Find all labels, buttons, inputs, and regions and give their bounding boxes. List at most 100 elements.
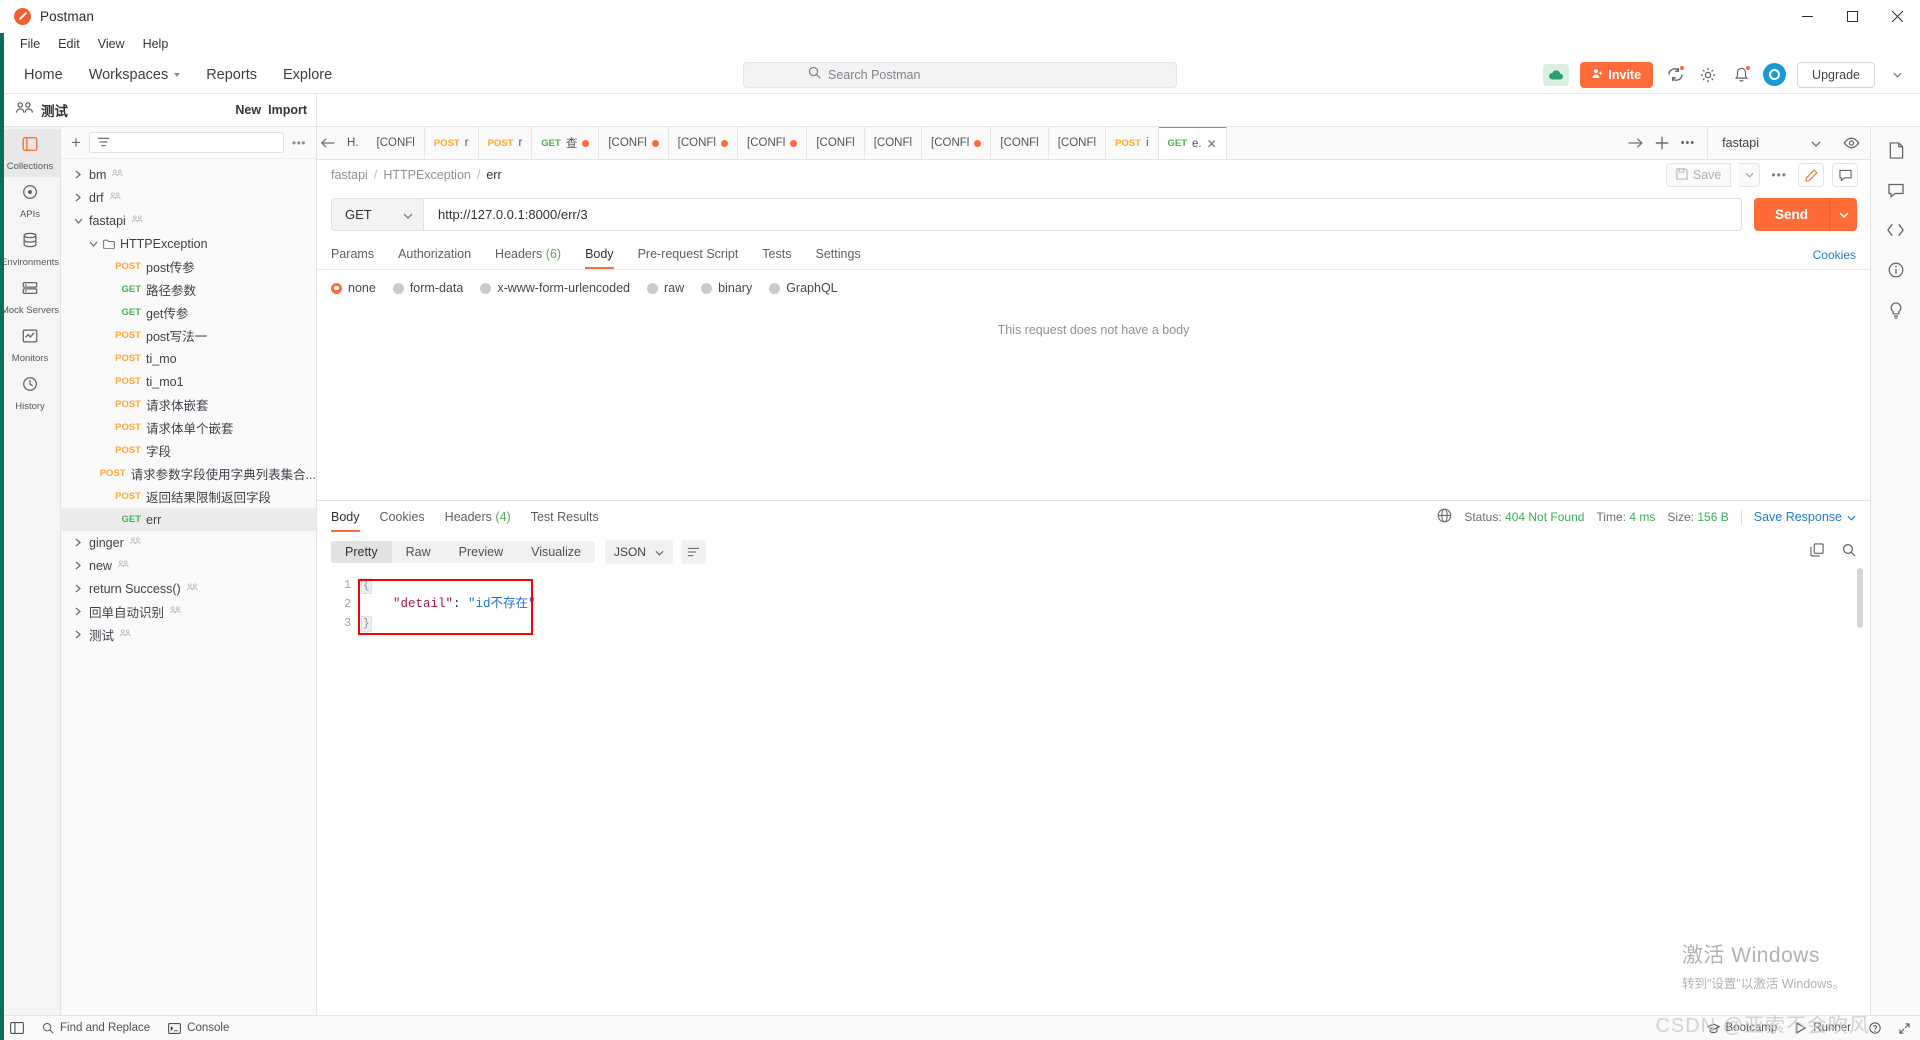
request-item[interactable]: GET get传参 — [61, 301, 316, 324]
console-button[interactable]: Console — [168, 1022, 229, 1034]
minimize-button[interactable] — [1785, 0, 1830, 33]
chevron-right-icon[interactable] — [72, 629, 84, 641]
request-item[interactable]: POST 字段 — [61, 439, 316, 462]
breadcrumb-collection[interactable]: fastapi — [331, 168, 368, 182]
chevron-right-icon[interactable] — [72, 583, 84, 595]
body-type-raw[interactable]: raw — [647, 281, 684, 295]
menu-edit[interactable]: Edit — [49, 33, 89, 56]
nav-explore[interactable]: Explore — [270, 67, 345, 83]
bootcamp-button[interactable]: Bootcamp — [1706, 1022, 1777, 1034]
import-button[interactable]: Import — [268, 103, 307, 117]
view-tab-pretty[interactable]: Pretty — [331, 541, 392, 563]
menu-help[interactable]: Help — [134, 33, 178, 56]
chevron-right-icon[interactable] — [72, 192, 84, 204]
response-tab-test-results[interactable]: Test Results — [521, 503, 609, 532]
request-item[interactable]: GET 路径参数 — [61, 278, 316, 301]
new-tab-icon[interactable] — [1655, 136, 1669, 150]
request-tab[interactable]: [CONFl — [864, 127, 923, 159]
response-tab-headers[interactable]: Headers (4) — [435, 503, 521, 532]
request-item[interactable]: POST 请求体嵌套 — [61, 393, 316, 416]
request-tab-authorization[interactable]: Authorization — [386, 241, 483, 269]
url-input[interactable]: http://127.0.0.1:8000/err/3 — [424, 199, 1741, 230]
close-button[interactable] — [1875, 0, 1920, 33]
collection-item[interactable]: return Success() — [61, 577, 316, 600]
code-snippet-icon[interactable] — [1881, 215, 1911, 245]
runner-button[interactable]: Runner — [1795, 1022, 1851, 1034]
sidebar-item-mock-servers[interactable]: Mock Servers — [0, 273, 60, 321]
folder-item[interactable]: HTTPException — [61, 232, 316, 255]
view-tab-raw[interactable]: Raw — [392, 541, 445, 563]
body-type-form-data[interactable]: form-data — [392, 281, 463, 295]
tab-forward-icon[interactable] — [1628, 137, 1643, 149]
request-tab-body[interactable]: Body — [573, 241, 626, 269]
request-tab[interactable]: [CONFl — [807, 127, 865, 159]
environment-quick-look-eye-icon[interactable] — [1843, 137, 1860, 149]
nav-workspaces[interactable]: Workspaces — [76, 67, 194, 83]
avatar[interactable] — [1763, 63, 1787, 86]
comments-rail-icon[interactable] — [1881, 175, 1911, 205]
help-status-icon[interactable] — [1869, 1022, 1881, 1034]
upgrade-button[interactable]: Upgrade — [1797, 61, 1875, 88]
collection-item[interactable]: fastapi — [61, 209, 316, 232]
request-tab-headers[interactable]: Headers (6) — [483, 241, 573, 269]
collection-item[interactable]: 回单自动识别 — [61, 600, 316, 623]
notifications-bell-icon[interactable] — [1730, 64, 1752, 86]
response-tab-cookies[interactable]: Cookies — [370, 503, 435, 532]
request-more-icon[interactable]: ••• — [1768, 168, 1790, 182]
body-type-x-www-form-urlencoded[interactable]: x-www-form-urlencoded — [480, 281, 630, 295]
response-network-icon[interactable] — [1437, 508, 1452, 526]
nav-home[interactable]: Home — [11, 67, 76, 83]
save-button[interactable]: Save — [1665, 163, 1732, 187]
chevron-down-icon[interactable] — [87, 238, 99, 250]
request-tab-settings[interactable]: Settings — [803, 241, 872, 269]
request-tab-tests[interactable]: Tests — [750, 241, 803, 269]
request-item[interactable]: POST 返回结果限制返回字段 — [61, 485, 316, 508]
body-type-none[interactable]: none — [331, 281, 376, 295]
request-item[interactable]: POST ti_mo — [61, 347, 316, 370]
body-type-graphql[interactable]: GraphQL — [769, 281, 838, 295]
request-tab[interactable]: GET 查 — [532, 127, 600, 159]
search-body-icon[interactable] — [1842, 543, 1856, 562]
sidebar-item-apis[interactable]: APIs — [0, 177, 60, 225]
menu-view[interactable]: View — [89, 33, 134, 56]
collection-item[interactable]: ginger — [61, 531, 316, 554]
format-select[interactable]: JSON — [604, 540, 673, 564]
request-tab[interactable]: [CONFl — [668, 127, 738, 159]
copy-icon[interactable] — [1810, 542, 1824, 562]
breadcrumb-folder[interactable]: HTTPException — [383, 168, 471, 182]
sidebar-item-monitors[interactable]: Monitors — [0, 321, 60, 369]
request-tab[interactable]: [CONFl — [991, 127, 1049, 159]
request-item[interactable]: POST ti_mo1 — [61, 370, 316, 393]
tab-options-icon[interactable]: ••• — [1681, 137, 1696, 149]
view-tab-visualize[interactable]: Visualize — [517, 541, 595, 563]
save-chevron-down-icon[interactable] — [1739, 163, 1761, 187]
sidebar-item-environments[interactable]: Environments — [0, 225, 60, 273]
request-item[interactable]: POST post写法一 — [61, 324, 316, 347]
sync-status-icon[interactable] — [1664, 64, 1686, 86]
edit-request-icon[interactable] — [1798, 163, 1824, 187]
method-select[interactable]: GET — [332, 199, 424, 230]
expand-status-icon[interactable] — [1899, 1022, 1910, 1034]
request-tab[interactable]: [CONFl — [922, 127, 992, 159]
collection-item[interactable]: new — [61, 554, 316, 577]
new-button[interactable]: New — [235, 103, 261, 117]
request-tab[interactable]: GET e. ✕ — [1158, 127, 1227, 159]
save-response-button[interactable]: Save Response — [1754, 510, 1856, 524]
request-tab-params[interactable]: Params — [331, 241, 386, 269]
request-tab[interactable]: H. — [338, 127, 368, 159]
chevron-right-icon[interactable] — [72, 606, 84, 618]
upgrade-chevron-down-icon[interactable] — [1886, 62, 1908, 88]
collection-item[interactable]: drf — [61, 186, 316, 209]
request-item[interactable]: POST 请求体单个嵌套 — [61, 416, 316, 439]
response-tab-body[interactable]: Body — [331, 503, 370, 532]
info-icon[interactable] — [1881, 255, 1911, 285]
find-and-replace-button[interactable]: Find and Replace — [42, 1022, 150, 1034]
request-item[interactable]: POST post传参 — [61, 255, 316, 278]
sidebar-item-history[interactable]: History — [0, 369, 60, 417]
invite-button[interactable]: Invite — [1580, 61, 1654, 88]
send-button[interactable]: Send — [1754, 198, 1829, 231]
add-new-icon[interactable]: + — [71, 134, 81, 151]
request-tab[interactable]: [CONFl — [367, 127, 425, 159]
request-item[interactable]: POST 请求参数字段使用字典列表集合... — [61, 462, 316, 485]
settings-gear-icon[interactable] — [1697, 64, 1719, 86]
